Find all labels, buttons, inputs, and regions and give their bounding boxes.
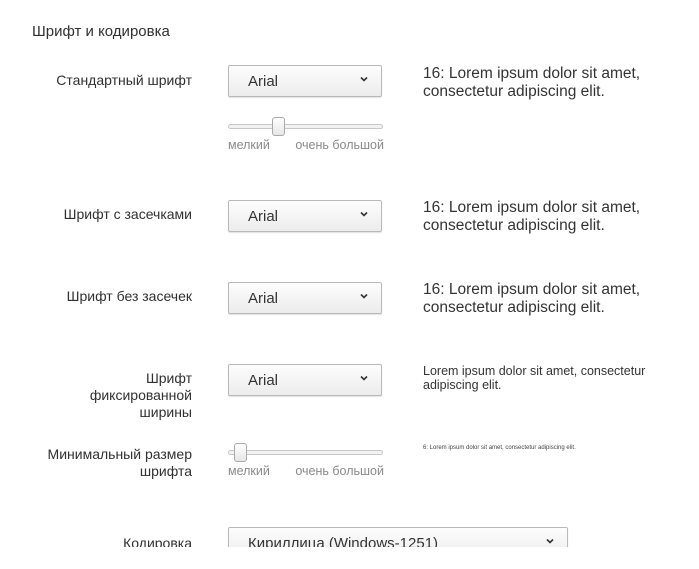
fixed-width-font-label: Шрифт фиксированной ширины bbox=[90, 370, 192, 421]
chevron-down-icon bbox=[360, 293, 368, 299]
sans-serif-font-value: Arial bbox=[248, 290, 279, 307]
fixed-width-label-line1: Шрифт bbox=[145, 370, 192, 386]
fixed-width-label-line3: ширины bbox=[139, 404, 192, 420]
viewport-bottom-edge bbox=[0, 547, 699, 569]
section-title: Шрифт и кодировка bbox=[32, 23, 170, 40]
chevron-down-icon bbox=[360, 211, 368, 217]
sans-serif-font-select[interactable]: Arial bbox=[228, 282, 382, 314]
slider-min-label: мелкий bbox=[228, 138, 270, 152]
chevron-down-icon bbox=[360, 375, 368, 381]
slider-max-label: очень большой bbox=[295, 464, 384, 478]
serif-font-preview: 16: Lorem ipsum dolor sit amet, consecte… bbox=[423, 199, 641, 234]
serif-font-value: Arial bbox=[248, 208, 279, 225]
minimum-font-size-label: Минимальный размер шрифта bbox=[48, 446, 192, 480]
slider-track bbox=[228, 450, 383, 455]
standard-font-label: Стандартный шрифт bbox=[56, 72, 192, 88]
standard-font-select[interactable]: Arial bbox=[228, 65, 382, 97]
fixed-width-font-select[interactable]: Arial bbox=[228, 364, 382, 396]
serif-font-select[interactable]: Arial bbox=[228, 200, 382, 232]
fixed-width-font-value: Arial bbox=[248, 372, 279, 389]
slider-track bbox=[228, 124, 383, 129]
fixed-width-font-preview: Lorem ipsum dolor sit amet, consectetur … bbox=[423, 364, 646, 392]
slider-min-label: мелкий bbox=[228, 464, 270, 478]
chevron-down-icon bbox=[360, 76, 368, 82]
minimum-font-size-slider[interactable] bbox=[228, 443, 383, 465]
standard-font-preview: 16: Lorem ipsum dolor sit amet, consecte… bbox=[423, 65, 641, 100]
standard-font-value: Arial bbox=[248, 73, 279, 90]
minimum-size-label-line2: шрифта bbox=[139, 463, 192, 479]
serif-font-label: Шрифт с засечками bbox=[63, 206, 192, 222]
slider-thumb[interactable] bbox=[272, 117, 286, 136]
font-size-slider[interactable] bbox=[228, 117, 383, 139]
minimum-font-size-preview: 6: Lorem ipsum dolor sit amet, consectet… bbox=[423, 445, 576, 451]
minimum-size-label-line1: Минимальный размер bbox=[47, 446, 192, 462]
settings-page: Шрифт и кодировка Стандартный шрифт Aria… bbox=[0, 0, 699, 569]
slider-max-label: очень большой bbox=[295, 138, 384, 152]
slider-thumb[interactable] bbox=[233, 443, 247, 462]
chevron-down-icon bbox=[546, 538, 554, 544]
fixed-width-label-line2: фиксированной bbox=[89, 387, 192, 403]
sans-serif-font-preview: 16: Lorem ipsum dolor sit amet, consecte… bbox=[423, 281, 641, 316]
sans-serif-font-label: Шрифт без засечек bbox=[66, 288, 192, 304]
